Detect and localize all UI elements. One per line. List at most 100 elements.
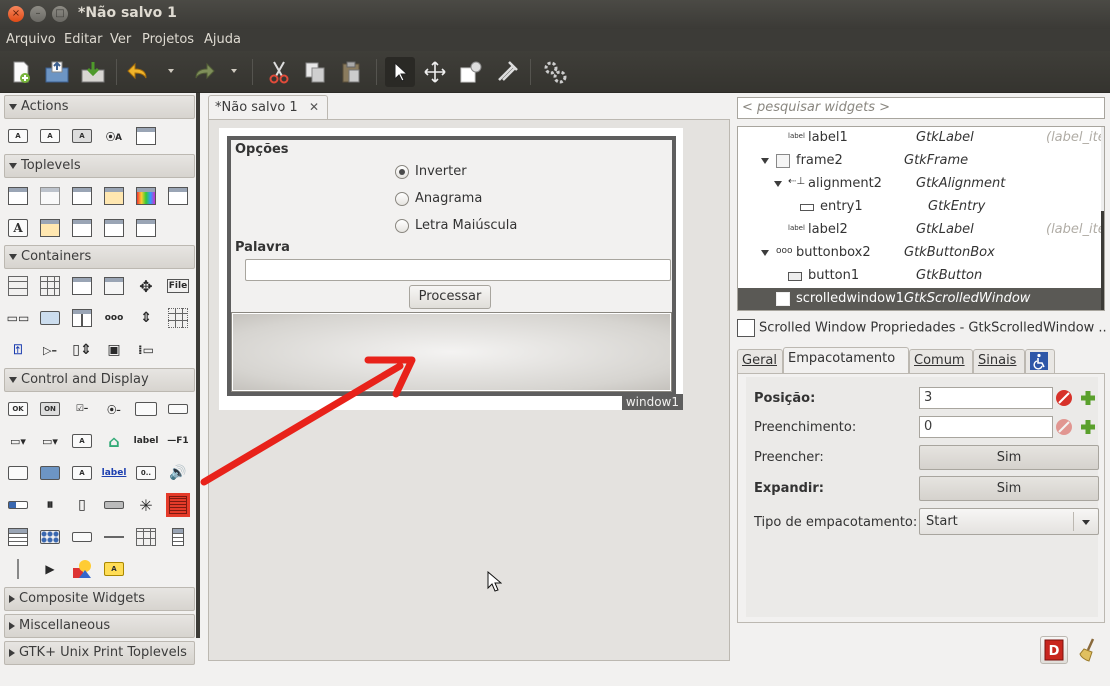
menu-editar[interactable]: Editar <box>64 32 103 47</box>
palette-group-toplevels[interactable]: Toplevels <box>4 154 195 178</box>
link-button-icon[interactable]: label <box>102 461 127 485</box>
tab-accessibility[interactable] <box>1025 349 1055 373</box>
radio-inverter[interactable]: Inverter <box>395 164 467 179</box>
reset-position-button[interactable] <box>1054 388 1074 408</box>
fill-toggle[interactable]: Sim <box>919 445 1099 470</box>
palette-group-control-display[interactable]: Control and Display <box>4 368 195 392</box>
image-icon[interactable]: ⌂ <box>102 429 126 453</box>
open-button[interactable] <box>42 57 72 87</box>
tree-row-entry1[interactable]: entry1 GtkEntry <box>738 196 1104 219</box>
word-entry[interactable] <box>245 259 671 281</box>
vbox-icon[interactable] <box>6 274 30 298</box>
tree-row-label1[interactable]: label label1 GtkLabel (label_iter <box>738 127 1104 150</box>
action-icon[interactable]: A <box>6 124 30 148</box>
menu-projetos[interactable]: Projetos <box>142 32 194 47</box>
tab-comum[interactable]: Comum <box>909 349 973 373</box>
combo-box-icon[interactable]: ▭▾ <box>38 429 62 453</box>
switch-icon[interactable] <box>102 493 126 517</box>
notebook-icon[interactable] <box>70 274 94 298</box>
calendar-icon[interactable] <box>134 525 158 549</box>
tree-scrollbar[interactable] <box>1101 127 1104 310</box>
redo-dropdown[interactable] <box>231 69 237 73</box>
text-label-icon[interactable]: A <box>70 461 94 485</box>
paste-button[interactable] <box>336 57 366 87</box>
menu-ver[interactable]: Ver <box>110 32 131 47</box>
clear-properties-button[interactable] <box>1074 636 1102 664</box>
paned-icon[interactable] <box>70 306 94 330</box>
tree-row-label2[interactable]: label label2 GtkLabel (label_iter <box>738 219 1104 242</box>
pointer-button[interactable] <box>385 57 415 87</box>
ruler-icon[interactable] <box>166 525 190 549</box>
undo-dropdown[interactable] <box>168 69 174 73</box>
radio-action-icon[interactable]: A <box>70 124 94 148</box>
color-selection-icon[interactable] <box>134 184 158 208</box>
combo-entry-icon[interactable]: ▭▾ <box>6 429 30 453</box>
alignment-icon[interactable]: ✥ <box>134 274 158 298</box>
redo-button[interactable] <box>188 57 218 87</box>
volume-button-icon[interactable]: 🔊 <box>166 461 190 485</box>
table-icon[interactable] <box>38 274 62 298</box>
palette-group-composite[interactable]: Composite Widgets <box>4 587 195 611</box>
pack-type-combo[interactable]: Start <box>919 508 1099 535</box>
button-widget-icon[interactable]: OK <box>6 397 30 421</box>
add-position-button[interactable] <box>1078 388 1098 408</box>
close-tab-icon[interactable]: ✕ <box>309 96 319 119</box>
menu-arquivo[interactable]: Arquivo <box>6 32 56 47</box>
copy-button[interactable] <box>300 57 330 87</box>
tree-view-icon[interactable] <box>6 525 30 549</box>
menu-ajuda[interactable]: Ajuda <box>204 32 241 47</box>
expander-down-icon[interactable] <box>774 181 782 187</box>
minimize-window-button[interactable]: – <box>30 6 46 22</box>
text-view-icon[interactable] <box>166 493 190 517</box>
spinner-icon[interactable]: ✳ <box>134 493 158 517</box>
edit-widget-button[interactable] <box>456 57 486 87</box>
tree-row-buttonbox2[interactable]: ooo buttonbox2 GtkButtonBox <box>738 242 1104 265</box>
viewport-icon[interactable]: ▯⇕ <box>70 338 94 362</box>
widget-search-input[interactable]: < pesquisar widgets > <box>737 97 1105 119</box>
progress-bar-icon[interactable] <box>6 493 30 517</box>
radio-letra-maiuscula[interactable]: Letra Maiúscula <box>395 218 517 233</box>
word-label[interactable]: Palavra <box>235 240 290 255</box>
tree-row-scrolledwindow1[interactable]: scrolledwindow1 GtkScrolledWindow <box>738 288 1104 310</box>
fixed-icon[interactable] <box>166 306 190 330</box>
drawing-area-icon[interactable] <box>70 557 94 581</box>
vscale-icon[interactable]: ⏸ <box>38 493 62 517</box>
devhelp-button[interactable]: D <box>1040 636 1068 664</box>
check-button-icon[interactable]: ☑– <box>70 397 94 421</box>
arrow-icon[interactable]: ▶ <box>38 557 62 581</box>
save-button[interactable] <box>78 57 108 87</box>
expand-toggle[interactable]: Sim <box>919 476 1099 501</box>
about-dialog-icon[interactable] <box>70 216 94 240</box>
reset-padding-button[interactable] <box>1054 417 1074 437</box>
close-window-button[interactable]: × <box>8 6 24 22</box>
recent-chooser-dialog-icon[interactable] <box>102 216 126 240</box>
processar-button[interactable]: Processar <box>409 285 491 309</box>
separator-icon[interactable] <box>102 525 126 549</box>
label-widget-icon[interactable]: label <box>134 429 159 453</box>
icon-view-icon[interactable] <box>38 525 62 549</box>
clear-button[interactable] <box>492 57 522 87</box>
toolbar-icon[interactable] <box>38 306 62 330</box>
toggle-button-icon[interactable]: ON <box>38 397 62 421</box>
position-spinner[interactable]: 3 <box>919 387 1053 409</box>
assistant-icon[interactable] <box>134 216 158 240</box>
combo-box-text-icon[interactable]: A <box>70 429 94 453</box>
file-icon[interactable]: File <box>166 274 190 298</box>
spin-toggle-icon[interactable] <box>134 397 158 421</box>
offscreen-window-icon[interactable] <box>38 184 62 208</box>
document-tab[interactable]: *Não salvo 1 ✕ <box>208 95 328 120</box>
handle-box-icon[interactable]: ⁞▭ <box>134 338 158 362</box>
input-dialog-icon[interactable] <box>38 216 62 240</box>
padding-spinner[interactable]: 0 <box>919 416 1053 438</box>
color-button-icon[interactable] <box>38 461 62 485</box>
expander-down-icon[interactable] <box>761 250 769 256</box>
tab-geral[interactable]: Geral <box>737 349 783 373</box>
accel-label-icon[interactable]: —F1 <box>166 429 190 453</box>
expander-icon[interactable]: ▷– <box>38 338 62 362</box>
tab-empacotamento[interactable]: Empacotamento <box>783 347 909 374</box>
tree-row-button1[interactable]: button1 GtkButton <box>738 265 1104 288</box>
layout-icon[interactable]: ⇕ <box>134 306 158 330</box>
entry-widget-icon[interactable] <box>166 397 190 421</box>
undo-button[interactable] <box>124 57 154 87</box>
expander-down-icon[interactable] <box>761 158 769 164</box>
